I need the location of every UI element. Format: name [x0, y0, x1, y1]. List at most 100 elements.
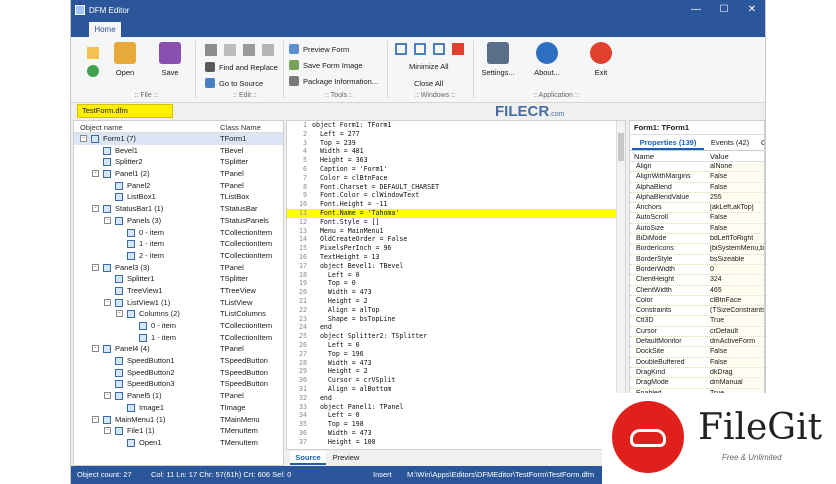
save-button[interactable]: Save	[150, 42, 190, 84]
scrollbar-thumb[interactable]	[618, 133, 624, 161]
tree-row[interactable]: 0 - item TCollectionItem	[74, 227, 283, 239]
property-row[interactable]: AlphaBlend False	[630, 183, 764, 193]
collapse-toggle-icon[interactable]: -	[116, 310, 123, 318]
tree-row[interactable]: - Form1 (7) TForm1	[74, 133, 283, 145]
minimize-all-button[interactable]: Minimize All	[409, 59, 449, 73]
property-value[interactable]: [biSystemMenu,biMinimize,biMa...	[710, 245, 764, 253]
property-row[interactable]: BorderStyle bsSizeable	[630, 255, 764, 265]
property-value[interactable]: False	[710, 183, 764, 191]
tab-origin[interactable]: Origin	[756, 136, 764, 150]
tree-row[interactable]: - Panel3 (3) TPanel	[74, 262, 283, 274]
property-value[interactable]: True	[710, 317, 764, 325]
tree-row[interactable]: TreeView1 TTreeView	[74, 285, 283, 297]
refresh-icon[interactable]	[87, 65, 99, 77]
go-to-source-button[interactable]: Go to Source	[205, 76, 263, 90]
property-value[interactable]: False	[710, 348, 764, 356]
tree-row[interactable]: Image1 TImage	[74, 402, 283, 414]
property-value[interactable]: dkDrag	[710, 368, 764, 376]
tab-events[interactable]: Events (42)	[708, 136, 752, 150]
open-button[interactable]: Open	[105, 42, 145, 84]
property-row[interactable]: DoubleBuffered False	[630, 358, 764, 368]
close-all-button[interactable]: Close All	[414, 76, 443, 90]
property-row[interactable]: DragKind dkDrag	[630, 368, 764, 379]
property-value[interactable]: crDefault	[710, 327, 764, 335]
property-value[interactable]: dmActiveForm	[710, 338, 764, 346]
property-row[interactable]: BorderIcons [biSystemMenu,biMinimize,biMa…	[630, 244, 764, 255]
property-row[interactable]: Cursor crDefault	[630, 327, 764, 338]
tree-row[interactable]: 0 - item TCollectionItem	[74, 320, 283, 332]
tab-properties[interactable]: Properties (139)	[632, 136, 704, 150]
tree-row[interactable]: Open1 TMenuItem	[74, 437, 283, 449]
maximize-button[interactable]: ☐	[711, 0, 737, 20]
tree-row[interactable]: - Panels (3) TStatusPanels	[74, 215, 283, 227]
collapse-toggle-icon[interactable]: -	[104, 216, 111, 224]
tree-row[interactable]: Splitter2 TSplitter	[74, 156, 283, 168]
property-value[interactable]: bsSizeable	[710, 255, 764, 263]
property-value[interactable]: [akLeft,akTop]	[710, 204, 764, 212]
tree-row[interactable]: SpeedButton3 TSpeedButton	[74, 378, 283, 390]
tree-row[interactable]: - ListView1 (1) TListView	[74, 297, 283, 309]
tab-preview[interactable]: Preview	[328, 451, 364, 465]
about-button[interactable]: About...	[527, 42, 567, 84]
tree-row[interactable]: - File1 (1) TMenuItem	[74, 425, 283, 437]
tree-row[interactable]: - Panel4 (4) TPanel	[74, 343, 283, 355]
property-value[interactable]: False	[710, 224, 764, 232]
property-value[interactable]: False	[710, 173, 764, 181]
close-button[interactable]: ✕	[739, 0, 765, 20]
property-row[interactable]: Align alNone	[630, 162, 764, 173]
tab-source[interactable]: Source	[290, 451, 326, 465]
column-class-name[interactable]: Class Name	[220, 123, 261, 132]
property-value[interactable]: 0	[710, 265, 764, 273]
collapse-toggle-icon[interactable]: -	[104, 392, 111, 400]
package-info-button[interactable]: Package Information...	[289, 74, 378, 88]
collapse-toggle-icon[interactable]: -	[92, 205, 99, 213]
collapse-toggle-icon[interactable]: -	[92, 345, 99, 353]
property-row[interactable]: Anchors [akLeft,akTop]	[630, 203, 764, 214]
cascade-icon[interactable]	[395, 43, 407, 55]
property-value[interactable]: bdLeftToRight	[710, 235, 764, 243]
property-value[interactable]: clBtnFace	[710, 296, 764, 304]
cut-icon[interactable]	[243, 44, 255, 56]
property-row[interactable]: ClientHeight 324	[630, 275, 764, 286]
tile-vertical-icon[interactable]	[433, 43, 445, 55]
tree-row[interactable]: SpeedButton2 TSpeedButton	[74, 367, 283, 379]
tree-row[interactable]: 1 - item TCollectionItem	[74, 332, 283, 344]
property-row[interactable]: BorderWidth 0	[630, 265, 764, 276]
paste-icon[interactable]	[262, 44, 274, 56]
property-value[interactable]: dmManual	[710, 379, 764, 387]
property-value[interactable]: False	[710, 214, 764, 222]
settings-button[interactable]: Settings...	[475, 42, 521, 84]
property-row[interactable]: Color clBtnFace	[630, 296, 764, 307]
column-object-name[interactable]: Object name	[80, 123, 123, 132]
property-row[interactable]: AlignWithMargins False	[630, 172, 764, 183]
source-editor[interactable]: 1 object Form1: TForm1 2 Left = 277 3 Top =…	[286, 120, 626, 450]
collapse-toggle-icon[interactable]: -	[92, 263, 99, 271]
tab-home[interactable]: Home	[89, 22, 121, 37]
tree-row[interactable]: 1 - item TCollectionItem	[74, 238, 283, 250]
property-row[interactable]: DragMode dmManual	[630, 378, 764, 389]
new-file-icon[interactable]	[87, 47, 99, 59]
property-row[interactable]: DockSite False	[630, 347, 764, 358]
preview-form-button[interactable]: Preview Form	[289, 42, 349, 56]
tree-row[interactable]: - Panel5 (1) TPanel	[74, 390, 283, 402]
property-row[interactable]: Constraints (TSizeConstraints)	[630, 306, 764, 317]
exit-button[interactable]: Exit	[581, 42, 621, 84]
tile-horizontal-icon[interactable]	[414, 43, 426, 55]
undo-icon[interactable]	[205, 44, 217, 56]
property-value[interactable]: 255	[710, 193, 764, 201]
find-replace-button[interactable]: Find and Replace	[205, 60, 278, 74]
property-value[interactable]: 465	[710, 286, 764, 294]
tree-row[interactable]: Splitter1 TSplitter	[74, 273, 283, 285]
tree-row[interactable]: Panel2 TPanel	[74, 180, 283, 192]
save-form-image-button[interactable]: Save Form Image	[289, 58, 363, 72]
property-value[interactable]: False	[710, 358, 764, 366]
property-row[interactable]: AutoSize False	[630, 224, 764, 235]
property-row[interactable]: Ctl3D True	[630, 316, 764, 327]
tree-row[interactable]: - Columns (2) TListColumns	[74, 308, 283, 320]
property-row[interactable]: AlphaBlendValue 255	[630, 193, 764, 204]
property-row[interactable]: ClientWidth 465	[630, 286, 764, 296]
property-value[interactable]: (TSizeConstraints)	[710, 307, 764, 315]
minimize-button[interactable]: —	[683, 0, 709, 20]
tree-row[interactable]: - StatusBar1 (1) TStatusBar	[74, 203, 283, 215]
collapse-toggle-icon[interactable]: -	[104, 298, 111, 306]
